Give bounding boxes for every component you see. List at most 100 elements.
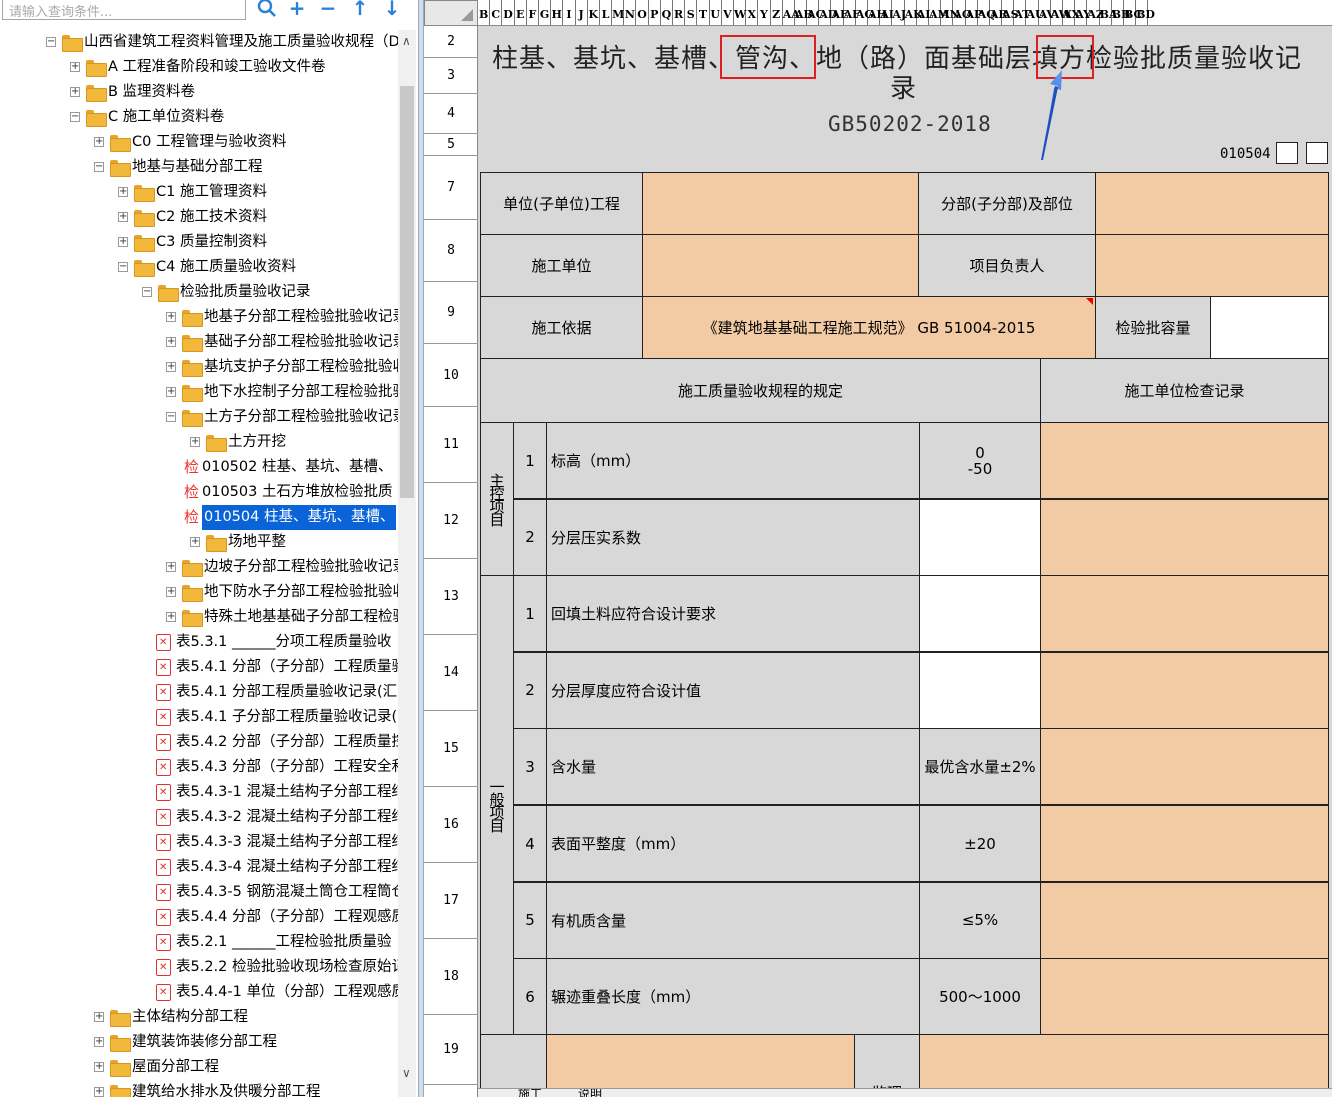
column-letter[interactable]: AK: [905, 0, 923, 25]
row-number[interactable]: 9: [424, 282, 478, 344]
tree-folder[interactable]: + 场地平整: [0, 530, 398, 555]
column-letter[interactable]: AS: [1002, 0, 1019, 25]
row-number[interactable]: 15: [424, 711, 478, 787]
column-letter[interactable]: BC: [1124, 0, 1142, 25]
tree-file[interactable]: 表5.4.3-3 混凝土结构子分部工程结: [0, 830, 398, 855]
tree-item-label[interactable]: 基坑支护子分部工程检验批验收: [204, 355, 398, 380]
tree-file[interactable]: 表5.4.1 分部工程质量验收记录(汇: [0, 680, 398, 705]
tree-item-label[interactable]: 表5.4.3-1 混凝土结构子分部工程结: [176, 780, 398, 805]
column-letter[interactable]: V: [722, 0, 734, 25]
tree-folder[interactable]: + 地下水控制子分部工程检验批验: [0, 380, 398, 405]
move-down-icon[interactable]: ↓: [381, 0, 403, 20]
column-letter[interactable]: AI: [880, 0, 894, 25]
tree-file[interactable]: 表5.4.3 分部（子分部）工程安全和: [0, 755, 398, 780]
column-letter[interactable]: AZ: [1087, 0, 1104, 25]
column-letter[interactable]: AA: [783, 0, 800, 25]
division-field[interactable]: [1095, 172, 1329, 235]
search-input[interactable]: 请输入查询条件...: [2, 0, 246, 20]
tree-item-label[interactable]: C4 施工质量验收资料: [156, 255, 296, 280]
expand-icon[interactable]: +: [166, 362, 176, 372]
column-letter[interactable]: H: [551, 0, 564, 25]
tree-item-label[interactable]: 山西省建筑工程资料管理及施工质量验收规程（DB: [84, 30, 398, 55]
item-requirement[interactable]: [919, 575, 1041, 653]
column-letter[interactable]: BB: [1112, 0, 1130, 25]
scrollbar-thumb[interactable]: [400, 86, 414, 498]
tree-item-label[interactable]: 地下防水子分部工程检验批验收: [204, 580, 398, 605]
column-letter[interactable]: W: [734, 0, 746, 25]
column-letter[interactable]: D: [502, 0, 515, 25]
column-letter[interactable]: C: [490, 0, 503, 25]
expand-icon[interactable]: +: [94, 1087, 104, 1097]
tree-folder[interactable]: + 边坡子分部工程检验批验收记录: [0, 555, 398, 580]
column-letter[interactable]: G: [539, 0, 552, 25]
item-check-record[interactable]: [1040, 498, 1329, 576]
column-letter[interactable]: X: [746, 0, 759, 25]
tree-item-label[interactable]: 土方子分部工程检验批验收记录: [204, 405, 398, 430]
row-number[interactable]: 8: [424, 220, 478, 282]
tree-file[interactable]: 表5.2.2 检验批验收现场检查原始记: [0, 955, 398, 980]
column-letter[interactable]: O: [636, 0, 649, 25]
tree-item-label[interactable]: 010502 柱基、基坑、基槽、: [202, 455, 392, 480]
expand-icon[interactable]: +: [70, 87, 80, 97]
column-letter[interactable]: B: [478, 0, 491, 25]
item-check-record[interactable]: [1040, 881, 1329, 959]
tree-item-label[interactable]: 表5.4.3-5 钢筋混凝土筒仓工程筒仓: [176, 880, 398, 905]
tree-item-label[interactable]: 检验批质量验收记录: [180, 280, 311, 305]
search-icon[interactable]: [256, 0, 278, 20]
column-letter[interactable]: AB: [795, 0, 813, 25]
column-letter[interactable]: Q: [661, 0, 673, 25]
row-number[interactable]: 13: [424, 559, 478, 635]
tree-folder[interactable]: + 土方开挖: [0, 430, 398, 455]
tree-folder[interactable]: + C2 施工技术资料: [0, 205, 398, 230]
tree-folder[interactable]: + 屋面分部工程: [0, 1055, 398, 1080]
column-letter[interactable]: BA: [1100, 0, 1117, 25]
tree-folder[interactable]: + 建筑装饰装修分部工程: [0, 1030, 398, 1055]
expand-icon[interactable]: +: [118, 212, 128, 222]
row-number[interactable]: 11: [424, 407, 478, 483]
column-letter[interactable]: S: [685, 0, 698, 25]
tree-item-label[interactable]: 建筑给水排水及供暖分部工程: [132, 1080, 321, 1097]
row-number[interactable]: 4: [424, 94, 478, 134]
column-letter[interactable]: AL: [917, 0, 933, 25]
tree-item-label[interactable]: 表5.2.2 检验批验收现场检查原始记: [176, 955, 398, 980]
tree-folder[interactable]: − 土方子分部工程检验批验收记录: [0, 405, 398, 430]
expand-icon[interactable]: +: [118, 237, 128, 247]
column-letter[interactable]: F: [527, 0, 539, 25]
tree-folder[interactable]: − 检验批质量验收记录: [0, 280, 398, 305]
collapse-icon[interactable]: −: [46, 37, 56, 47]
row-number[interactable]: 18: [424, 939, 478, 1015]
tree-item-label[interactable]: C 施工单位资料卷: [108, 105, 224, 130]
scroll-up-icon[interactable]: ∧: [402, 34, 411, 48]
tree-item-label[interactable]: 010503 土石方堆放检验批质: [202, 480, 392, 505]
tree-item-label[interactable]: 屋面分部工程: [132, 1055, 219, 1080]
tree-folder[interactable]: + B 监理资料卷: [0, 80, 398, 105]
move-up-icon[interactable]: ↑: [349, 0, 371, 20]
tree-file[interactable]: 表5.4.3-5 钢筋混凝土筒仓工程筒仓: [0, 880, 398, 905]
tree-item-label[interactable]: 表5.2.1 ______工程检验批质量验: [176, 930, 392, 955]
tree-item-label[interactable]: 表5.4.3 分部（子分部）工程安全和: [176, 755, 398, 780]
collapse-icon[interactable]: −: [142, 287, 152, 297]
tree-item-label[interactable]: 表5.4.1 分部（子分部）工程质量验: [176, 655, 398, 680]
collapse-icon[interactable]: −: [70, 112, 80, 122]
tree-folder[interactable]: + 主体结构分部工程: [0, 1005, 398, 1030]
tree-scrollbar[interactable]: ∧ ∨: [398, 30, 416, 1097]
tree-folder[interactable]: − C 施工单位资料卷: [0, 105, 398, 130]
tree-folder[interactable]: + 地基子分部工程检验批验收记录: [0, 305, 398, 330]
item-check-record[interactable]: [1040, 958, 1329, 1036]
column-letter[interactable]: AO: [953, 0, 971, 25]
expand-icon[interactable]: +: [190, 537, 200, 547]
expand-icon[interactable]: +: [190, 437, 200, 447]
column-letter[interactable]: AF: [844, 0, 860, 25]
row-number[interactable]: 2: [424, 26, 478, 58]
tree-file[interactable]: 表5.4.4 分部（子分部）工程观感质: [0, 905, 398, 930]
collapse-icon[interactable]: −: [166, 412, 176, 422]
row-number[interactable]: 14: [424, 635, 478, 711]
expand-icon[interactable]: +: [94, 1037, 104, 1047]
expand-icon[interactable]: +: [70, 62, 80, 72]
tree-file[interactable]: 表5.3.1 ______分项工程质量验收: [0, 630, 398, 655]
tree-folder[interactable]: + C0 工程管理与验收资料: [0, 130, 398, 155]
expand-icon[interactable]: +: [118, 187, 128, 197]
select-all-corner[interactable]: [424, 0, 478, 26]
scroll-down-icon[interactable]: ∨: [402, 1066, 411, 1080]
tree-file[interactable]: 表5.4.1 子分部工程质量验收记录(: [0, 705, 398, 730]
